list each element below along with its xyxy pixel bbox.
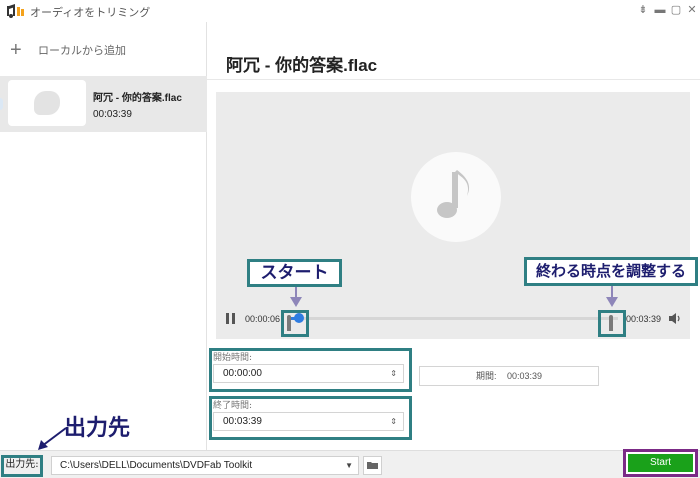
duration-value: 00:03:39 — [506, 371, 543, 381]
duration-label: 期間: — [475, 371, 497, 381]
output-label: 出力先: — [5, 459, 39, 470]
end-pointer-stem — [611, 284, 613, 298]
file-list-panel: + ローカルから追加 阿冗 - 你的答案.flac 00:03:39 — [0, 22, 207, 450]
start-time-group: 開始時間: 00:00:00 ⇕ — [209, 348, 412, 392]
title-bar: オーディオをトリミング ⇟ ▬ ▢ ✕ — [0, 0, 700, 22]
spinner-icon[interactable]: ⇕ — [390, 413, 397, 430]
start-time-label: 開始時間: — [213, 353, 253, 363]
volume-icon[interactable] — [668, 312, 682, 325]
file-duration: 00:03:39 — [93, 109, 132, 120]
folder-icon — [367, 462, 378, 469]
add-local-label: ローカルから追加 — [38, 44, 126, 57]
close-icon[interactable]: ✕ — [685, 3, 699, 17]
file-name: 阿冗 - 你的答案.flac — [93, 93, 182, 104]
end-handle-highlight — [598, 310, 626, 337]
plus-icon: + — [10, 39, 22, 61]
start-button[interactable]: Start — [628, 454, 693, 472]
divider — [207, 79, 700, 80]
output-path-value: C:\Users\DELL\Documents\DVDFab Toolkit — [60, 460, 253, 471]
pin-icon[interactable]: ⇟ — [636, 3, 650, 17]
output-callout: 出力先 — [64, 415, 131, 441]
end-pointer-arrow — [606, 297, 618, 307]
end-callout: 終わる時点を調整する — [524, 257, 698, 286]
seek-track[interactable] — [288, 317, 618, 320]
start-pointer-arrow — [290, 297, 302, 307]
pause-icon[interactable] — [226, 313, 236, 324]
output-path-dropdown[interactable]: C:\Users\DELL\Documents\DVDFab Toolkit ▼ — [51, 456, 359, 475]
chevron-down-icon[interactable]: ▼ — [345, 457, 353, 474]
selection-indicator — [0, 98, 3, 110]
total-time: 00:03:39 — [626, 314, 662, 324]
window-title: オーディオをトリミング — [30, 6, 151, 19]
maximize-icon[interactable]: ▢ — [669, 3, 683, 17]
end-time-group: 終了時間: 00:03:39 ⇕ — [209, 396, 412, 440]
duration-display: 期間: 00:03:39 — [419, 366, 599, 386]
end-time-value: 00:03:39 — [223, 416, 262, 427]
file-list-item[interactable]: 阿冗 - 你的答案.flac 00:03:39 — [0, 76, 207, 132]
start-time-value: 00:00:00 — [223, 368, 262, 379]
file-thumbnail — [8, 80, 86, 126]
browse-folder-button[interactable] — [363, 456, 382, 475]
start-time-input[interactable]: 00:00:00 ⇕ — [213, 364, 404, 383]
current-time: 00:00:06 — [245, 314, 281, 324]
spinner-icon[interactable]: ⇕ — [390, 365, 397, 382]
start-button-highlight: Start — [623, 449, 698, 477]
end-time-label: 終了時間: — [213, 401, 253, 411]
end-time-input[interactable]: 00:03:39 ⇕ — [213, 412, 404, 431]
start-handle-highlight — [281, 310, 309, 337]
start-callout: スタート — [247, 259, 342, 287]
output-arrow-icon — [38, 427, 67, 450]
add-local-button[interactable]: + ローカルから追加 — [10, 40, 126, 60]
minimize-icon[interactable]: ▬ — [653, 3, 667, 17]
music-note-icon — [411, 152, 501, 242]
audio-preview — [216, 92, 690, 339]
page-title: 阿冗 - 你的答案.flac — [226, 56, 378, 75]
audio-thumbnail-icon — [34, 91, 60, 115]
app-logo-icon — [7, 4, 24, 18]
